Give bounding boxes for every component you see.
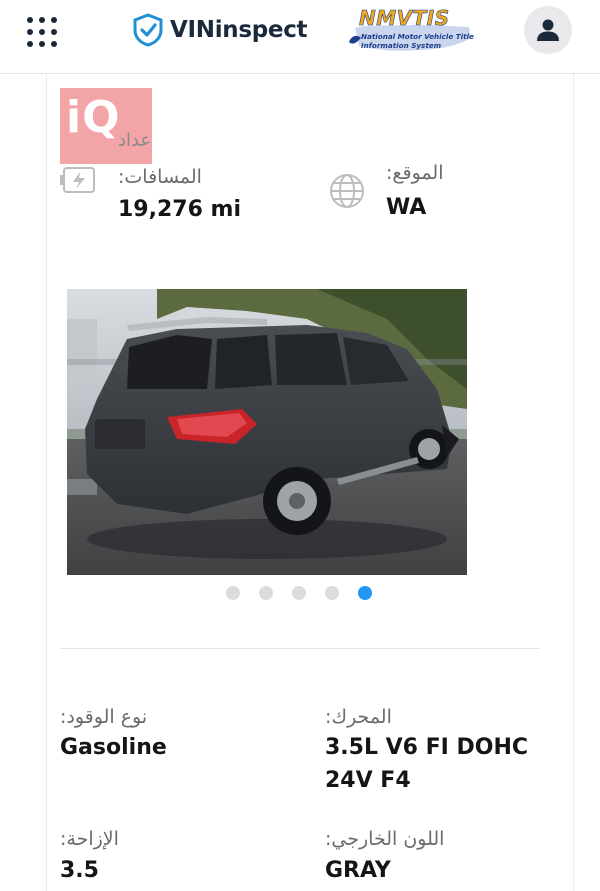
- carousel-dot[interactable]: [292, 586, 306, 600]
- carousel-dot[interactable]: [226, 586, 240, 600]
- nmvtis-subtitle: National Motor Vehicle Title Information…: [361, 32, 474, 50]
- location-label: :الموقع: [386, 162, 444, 184]
- location-value: WA: [386, 195, 427, 220]
- odometer-label: عداد: [118, 130, 152, 151]
- exterior-color-value: GRAY: [325, 858, 391, 883]
- displacement-label: :الإزاحة: [60, 828, 119, 850]
- brand-name: VINinspect: [170, 17, 308, 43]
- top-bar: VINinspect NMVTIS National Motor Vehicle…: [0, 0, 600, 74]
- engine-value-line2: 24V F4: [325, 768, 411, 793]
- vehicle-image: [67, 289, 467, 575]
- displacement-value: 3.5: [60, 858, 99, 883]
- fuel-type-label: :نوع الوقود: [60, 706, 148, 728]
- fuel-type-value: Gasoline: [60, 735, 167, 760]
- grid-menu-icon[interactable]: [26, 16, 60, 50]
- user-icon: [537, 19, 559, 41]
- battery-icon: [60, 167, 95, 193]
- shield-check-icon: [133, 13, 163, 47]
- watermark-text: iQ: [66, 92, 121, 143]
- mileage-label: :المسافات: [118, 166, 202, 188]
- globe-icon: [330, 174, 364, 208]
- engine-value-line1: 3.5L V6 FI DOHC: [325, 735, 529, 760]
- vehicle-photo[interactable]: [67, 289, 467, 575]
- carousel-indicator[interactable]: [226, 586, 372, 600]
- brand-logo[interactable]: VINinspect: [132, 12, 308, 48]
- nmvtis-logo: NMVTIS National Motor Vehicle Title Info…: [347, 6, 477, 56]
- section-divider: [60, 648, 540, 649]
- carousel-dot[interactable]: [259, 586, 273, 600]
- mileage-value: 19,276 mi: [118, 197, 242, 222]
- exterior-color-label: :اللون الخارجي: [325, 828, 445, 850]
- carousel-dot-active[interactable]: [358, 586, 372, 600]
- carousel-dot[interactable]: [325, 586, 339, 600]
- account-button[interactable]: [524, 6, 572, 54]
- nmvtis-title: NMVTIS: [359, 6, 450, 31]
- engine-label: :المحرك: [325, 706, 392, 728]
